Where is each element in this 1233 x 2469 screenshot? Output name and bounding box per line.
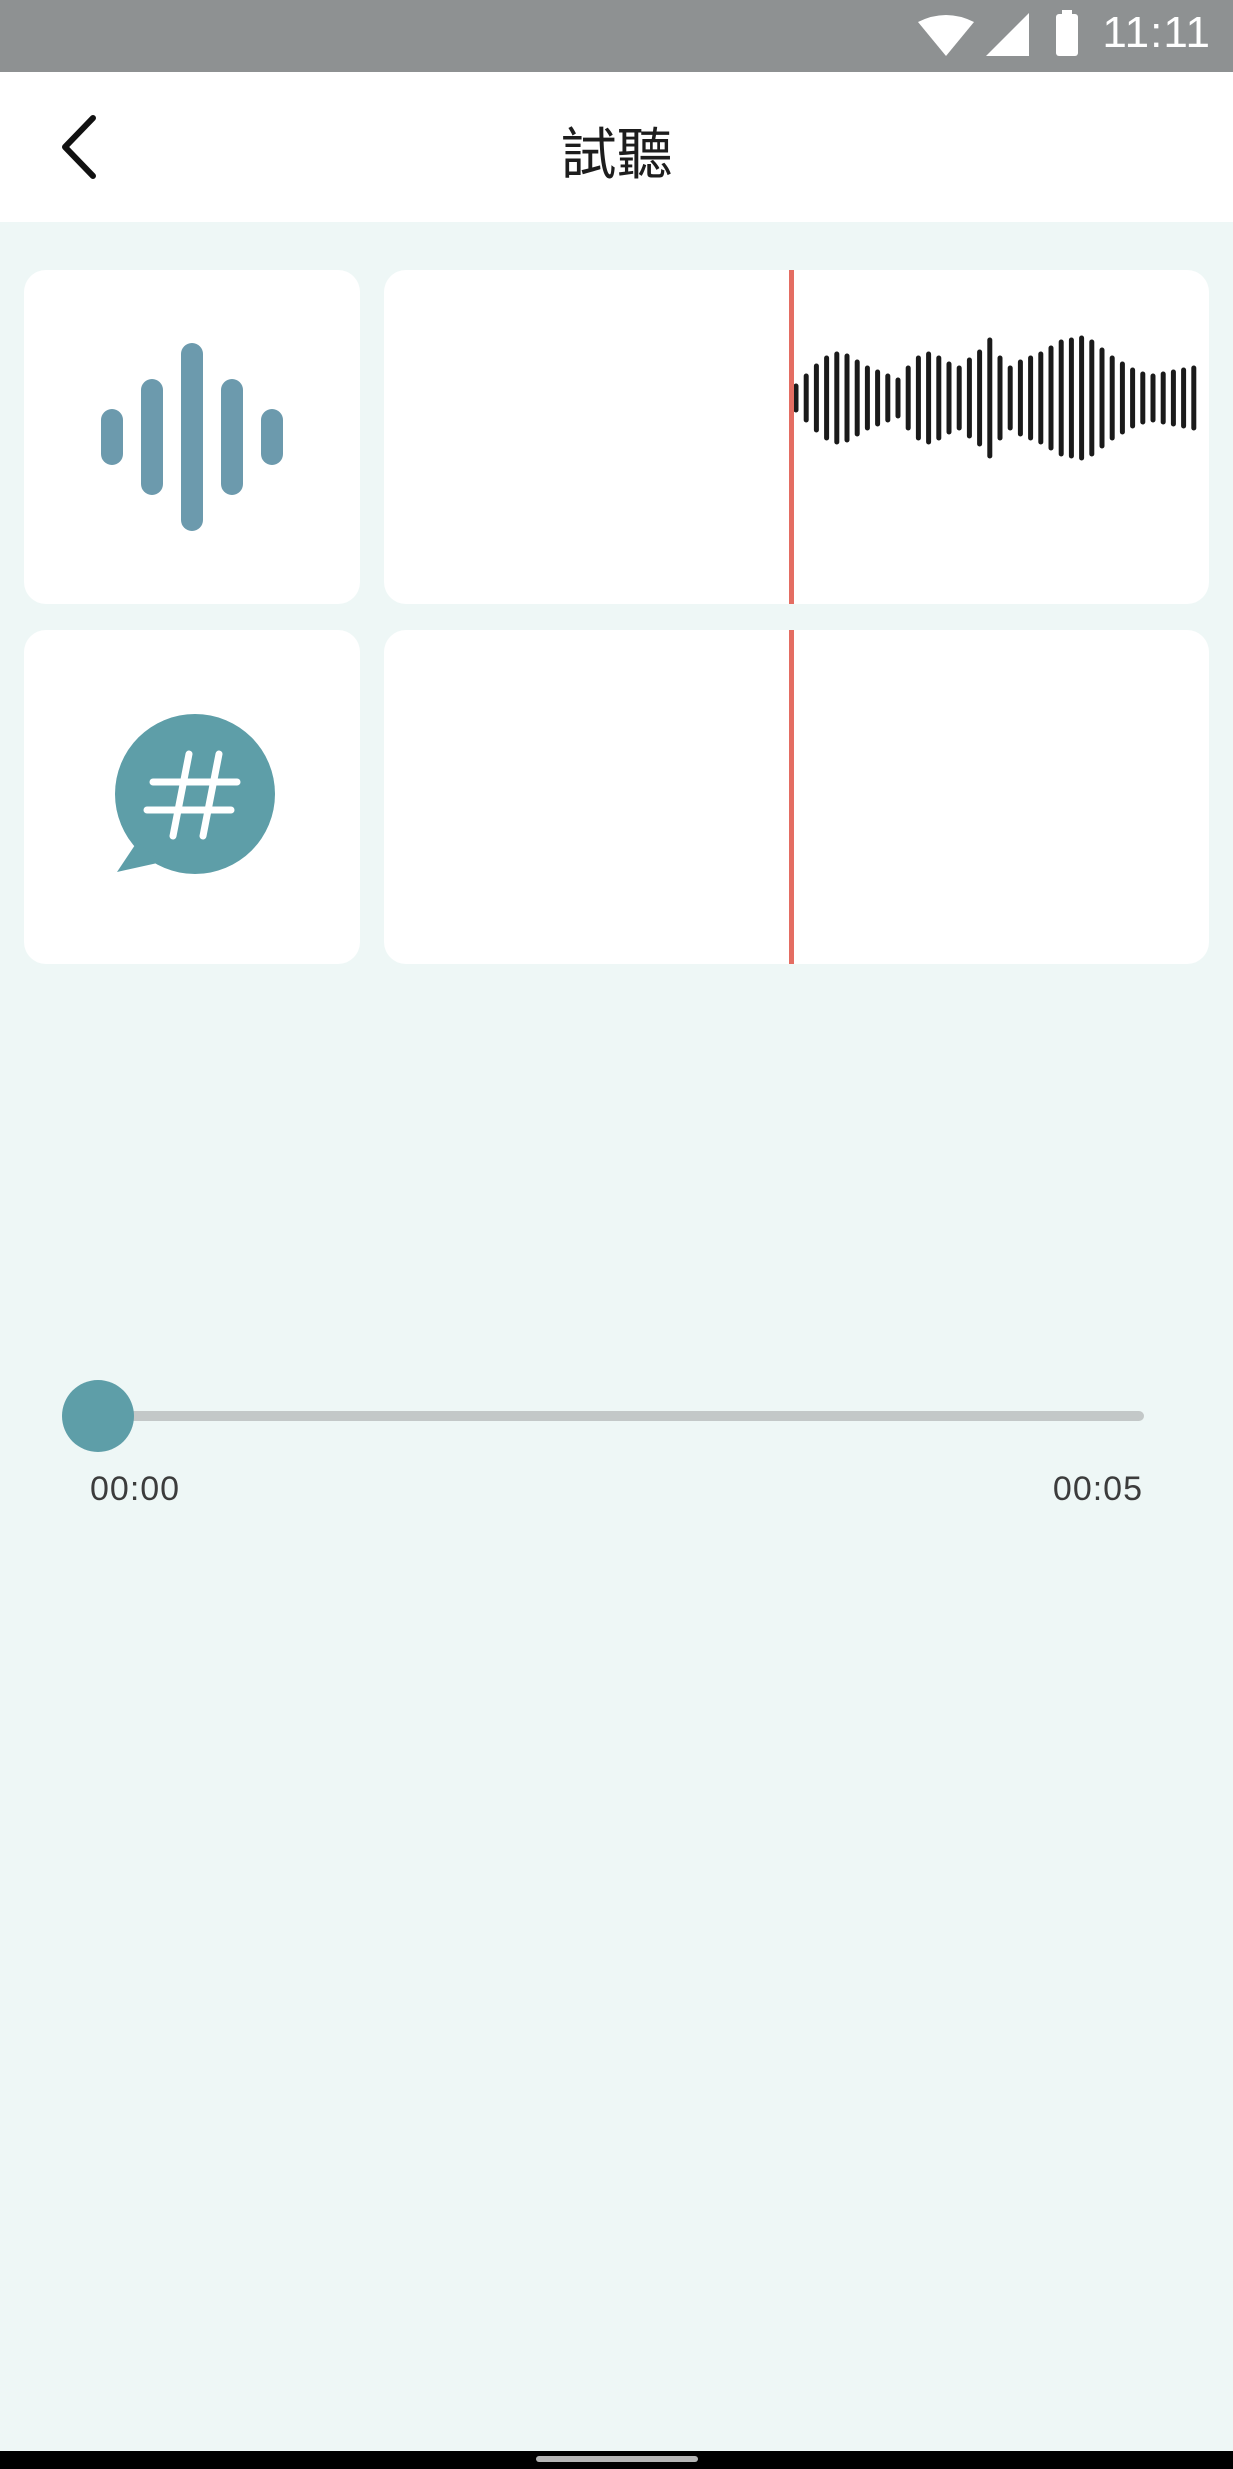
- page-title: 試聽: [560, 123, 673, 188]
- playhead: [789, 270, 794, 604]
- playhead: [789, 630, 794, 964]
- audio-wave-icon: [101, 343, 283, 531]
- seek-thumb[interactable]: [62, 1380, 134, 1452]
- hashtag-chat-icon: [115, 714, 275, 874]
- audio-track-icon-card[interactable]: [24, 270, 360, 604]
- cell-signal-icon: [986, 13, 1029, 56]
- home-handle[interactable]: [536, 2456, 698, 2462]
- status-bar: 11:11: [0, 0, 1233, 72]
- text-track-panel[interactable]: [384, 630, 1209, 964]
- status-icons: [918, 10, 1078, 56]
- seek-bar[interactable]: [62, 1380, 1144, 1452]
- audio-waveform-panel[interactable]: [384, 270, 1209, 604]
- battery-icon: [1056, 10, 1078, 56]
- audio-waveform: [793, 335, 1197, 461]
- status-time: 11:11: [1102, 8, 1211, 57]
- wifi-icon: [918, 15, 974, 56]
- total-duration: 00:05: [1052, 1470, 1143, 1508]
- app-bar: 試聽: [0, 72, 1233, 222]
- current-time: 00:00: [90, 1470, 181, 1508]
- navigation-bar: [0, 2451, 1233, 2469]
- text-track-icon-card[interactable]: [24, 630, 360, 964]
- seek-track[interactable]: [98, 1411, 1144, 1421]
